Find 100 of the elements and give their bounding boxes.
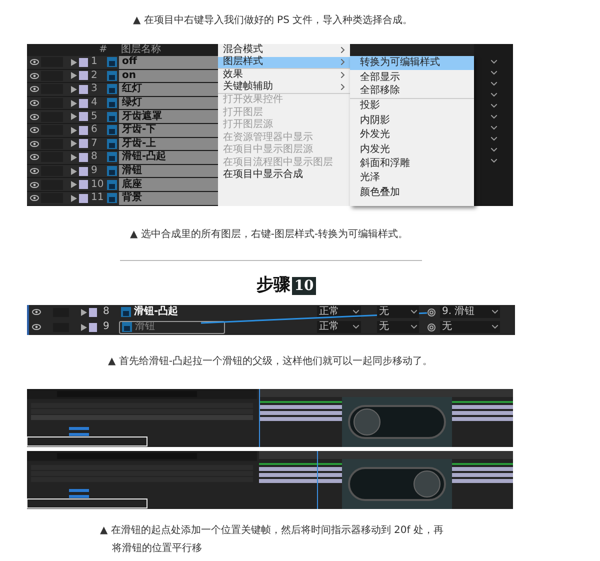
- eye-icon[interactable]: [32, 324, 40, 330]
- eye-icon[interactable]: [30, 182, 38, 188]
- layer-file-icon: [107, 98, 117, 108]
- parent-dropdown[interactable]: 9. 滑钮: [440, 306, 500, 318]
- layer-file-icon: [107, 193, 117, 204]
- chevron-down-icon: [490, 71, 496, 75]
- label-swatch[interactable]: [79, 98, 88, 108]
- layer-file-icon: [107, 57, 117, 68]
- layer-number: 8: [91, 152, 98, 162]
- layer-name[interactable]: 牙齿遮罩: [119, 110, 218, 123]
- layer-number: 9: [91, 166, 98, 176]
- caption: ▲ 选中合成里的所有图层，右键-图层样式-转换为可编辑样式。: [130, 229, 408, 240]
- eye-icon[interactable]: [30, 140, 38, 147]
- label-swatch[interactable]: [79, 126, 88, 135]
- menu-item[interactable]: 在项目中显示合成: [218, 169, 350, 182]
- layer-name[interactable]: off: [119, 56, 218, 69]
- layer-name[interactable]: on: [119, 70, 218, 82]
- layer-file-icon: [121, 307, 131, 317]
- menu-item[interactable]: 全部显示: [350, 70, 474, 85]
- label-swatch[interactable]: [79, 194, 88, 203]
- menu-item[interactable]: 斜面和浮雕: [350, 156, 474, 172]
- expand-arrow-icon[interactable]: [81, 308, 87, 316]
- layer-number: 11: [91, 193, 105, 204]
- caption: 将滑钮的位置平行移: [111, 542, 203, 556]
- caption: ▲ 在滑钮的起点处添加一个位置关键帧，然后将时间指示器移动到 20f 处，再: [100, 524, 444, 538]
- layer-number: 4: [91, 98, 98, 108]
- layer-name[interactable]: 滑钮-凸起: [119, 151, 218, 164]
- chevron-down-icon: [353, 310, 359, 314]
- layer-file-icon: [107, 84, 117, 94]
- layer-name[interactable]: 绿灯: [119, 96, 218, 110]
- eye-icon[interactable]: [32, 309, 40, 315]
- layer-name[interactable]: 滑钮-凸起: [119, 306, 225, 318]
- eye-icon[interactable]: [30, 168, 38, 174]
- eye-icon[interactable]: [30, 86, 38, 92]
- layer-file-icon: [107, 166, 117, 176]
- layer-name[interactable]: 底座: [119, 178, 218, 191]
- layer-number: 3: [91, 84, 98, 94]
- eye-icon[interactable]: [30, 72, 38, 79]
- layer-file-icon: [107, 152, 117, 162]
- caption: ▲ 首先给滑钮-凸起拉一个滑钮的父级，这样他们就可以一起同步移动了。: [108, 356, 432, 366]
- label-swatch[interactable]: [79, 58, 88, 67]
- label-swatch[interactable]: [79, 139, 88, 148]
- menu-item[interactable]: 关键帧辅助: [218, 82, 350, 94]
- track-matte-dropdown[interactable]: 无: [377, 321, 419, 333]
- layer-number: 10: [91, 180, 105, 190]
- layer-file-icon: [122, 322, 132, 332]
- menu-item[interactable]: 投影: [350, 99, 474, 114]
- layer-name[interactable]: 背景: [119, 192, 218, 205]
- mode-dropdown[interactable]: 正常: [317, 321, 361, 333]
- layer-name[interactable]: 牙齿-下: [119, 124, 218, 137]
- number-header: #: [99, 45, 108, 55]
- label-swatch[interactable]: [79, 71, 88, 80]
- label-swatch[interactable]: [79, 112, 88, 122]
- parent-dropdown[interactable]: 无: [440, 321, 500, 333]
- layer-file-icon: [107, 112, 117, 122]
- menu-item[interactable]: 效果: [218, 69, 350, 82]
- eye-icon[interactable]: [30, 195, 38, 202]
- menu-item[interactable]: 混合模式: [218, 44, 350, 56]
- eye-icon[interactable]: [30, 127, 38, 134]
- eye-icon[interactable]: [30, 154, 38, 160]
- menu-item[interactable]: 光泽: [350, 171, 474, 186]
- layer-number: 7: [91, 138, 98, 149]
- chevron-down-icon: [490, 126, 496, 130]
- label-swatch[interactable]: [79, 166, 88, 176]
- menu-item[interactable]: 内阴影: [350, 114, 474, 128]
- caption: ▲ 在项目中右键导入我们做好的 PS 文件，导入种类选择合成。: [133, 15, 413, 26]
- menu-item[interactable]: 外发光: [350, 128, 474, 142]
- menu-item[interactable]: 图层样式: [218, 56, 350, 69]
- label-swatch[interactable]: [79, 84, 88, 94]
- eye-icon[interactable]: [30, 114, 38, 120]
- eye-icon[interactable]: [30, 100, 38, 106]
- menu-item[interactable]: 转换为可编辑样式: [350, 56, 474, 70]
- layer-file-icon: [107, 125, 117, 136]
- chevron-down-icon: [411, 310, 417, 314]
- chevron-down-icon: [492, 325, 498, 329]
- label-swatch[interactable]: [79, 180, 88, 190]
- layer-name[interactable]: 滑钮: [119, 164, 218, 178]
- step-heading: 步骤: [256, 274, 290, 297]
- chevron-down-icon: [411, 325, 417, 329]
- name-header: 图层名称: [121, 45, 161, 55]
- expand-arrow-icon[interactable]: [81, 324, 87, 330]
- layer-name[interactable]: 滑钮: [119, 320, 225, 334]
- layer-number: 9: [103, 322, 110, 332]
- eye-icon[interactable]: [30, 59, 38, 66]
- chevron-down-icon: [490, 159, 496, 163]
- chevron-down-icon: [490, 82, 496, 86]
- layer-name[interactable]: 红灯: [119, 83, 218, 96]
- layer-number: 2: [91, 70, 98, 81]
- track-matte-dropdown[interactable]: 无: [377, 306, 419, 318]
- layer-name[interactable]: 牙齿-上: [119, 138, 218, 150]
- step-number: 10: [292, 276, 316, 295]
- chevron-down-icon: [353, 325, 359, 329]
- menu-item[interactable]: 颜色叠加: [350, 186, 474, 200]
- chevron-down-icon: [490, 137, 496, 141]
- layer-number: 8: [103, 307, 110, 317]
- chevron-down-icon: [490, 104, 496, 108]
- menu-item[interactable]: 内发光: [350, 142, 474, 157]
- label-swatch[interactable]: [89, 308, 97, 316]
- label-swatch[interactable]: [89, 322, 97, 332]
- label-swatch[interactable]: [79, 152, 88, 162]
